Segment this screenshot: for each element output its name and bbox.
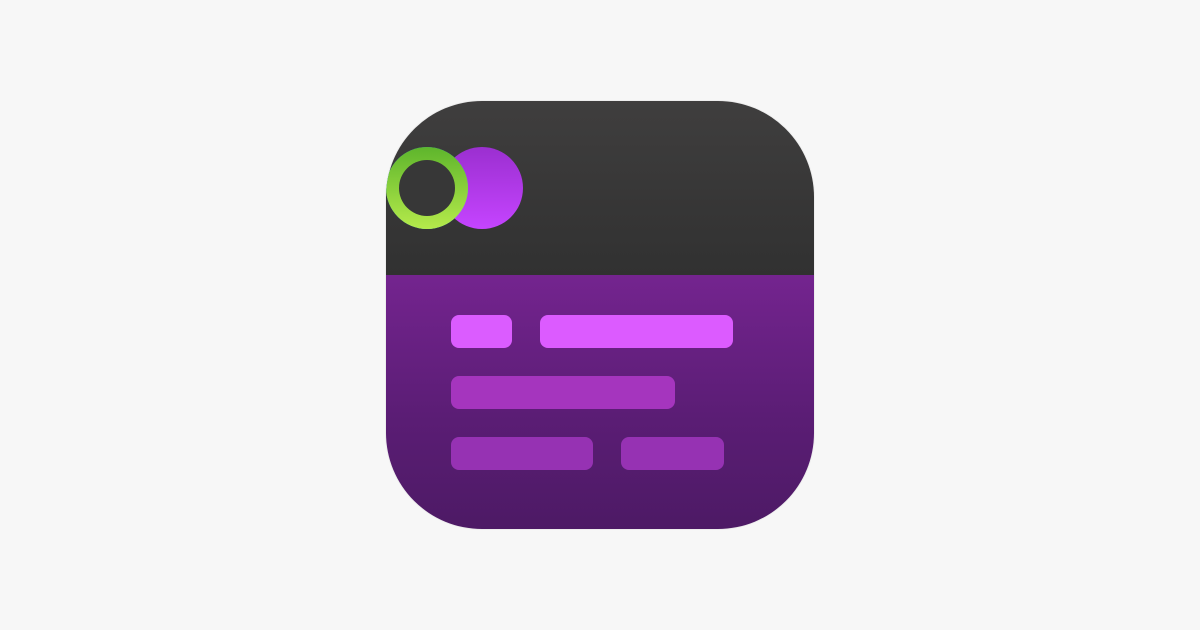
muted-bar-wide bbox=[451, 376, 675, 409]
bright-bar-long bbox=[540, 315, 733, 348]
muted-bar-medium bbox=[451, 437, 593, 470]
icon-header bbox=[386, 101, 814, 275]
green-ring-center bbox=[399, 160, 455, 216]
app-icon bbox=[386, 101, 814, 529]
muted-bar-small bbox=[621, 437, 724, 470]
bright-bar-short bbox=[451, 315, 512, 348]
green-ring-icon bbox=[386, 147, 468, 229]
